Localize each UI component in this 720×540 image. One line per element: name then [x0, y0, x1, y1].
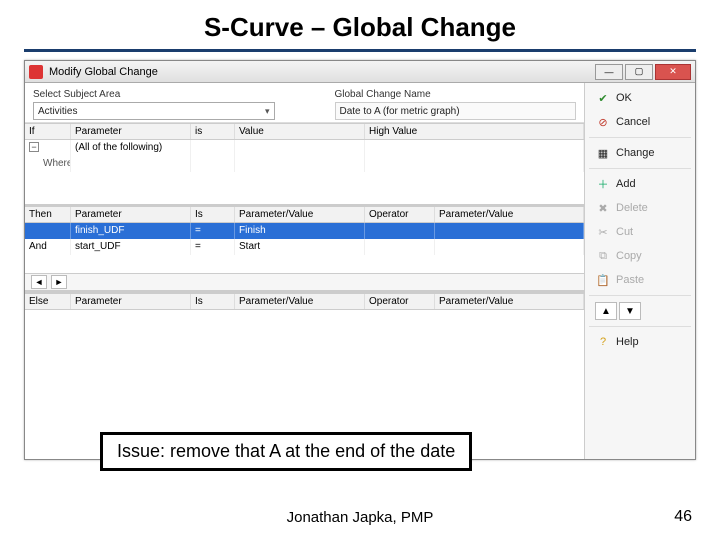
move-up-button[interactable]: ▲	[595, 302, 617, 320]
else-header-op: Operator	[365, 294, 435, 309]
maximize-button[interactable]: ▢	[625, 64, 653, 80]
if-header-label: If	[25, 124, 71, 139]
side-pane: ✔ OK ⊘ Cancel ▦ Change ＋ Add ✖	[585, 83, 695, 459]
slide-title: S-Curve – Global Change	[24, 12, 696, 43]
then-row-1[interactable]: finish_UDF = Finish	[25, 223, 584, 239]
help-icon: ?	[596, 335, 610, 349]
copy-label: Copy	[616, 250, 642, 262]
if-where-row[interactable]: Where	[25, 156, 584, 172]
check-icon: ✔	[596, 91, 610, 105]
help-label: Help	[616, 336, 639, 348]
else-header-parameter: Parameter	[71, 294, 191, 309]
then-row2-is: =	[191, 239, 235, 255]
close-button[interactable]: ✕	[655, 64, 691, 80]
global-change-name-field[interactable]: Date to A (for metric graph)	[335, 102, 577, 120]
move-right-button[interactable]: ►	[51, 275, 67, 289]
title-rule	[24, 49, 696, 52]
ok-label: OK	[616, 92, 632, 104]
change-label: Change	[616, 147, 655, 159]
cut-label: Cut	[616, 226, 633, 238]
global-change-name-label: Global Change Name	[335, 89, 577, 100]
minimize-button[interactable]: —	[595, 64, 623, 80]
then-row2-pv2	[435, 239, 584, 255]
paste-icon: 📋	[596, 273, 610, 287]
change-icon: ▦	[596, 146, 610, 160]
window-title: Modify Global Change	[49, 66, 158, 78]
then-header-op: Operator	[365, 207, 435, 222]
help-button[interactable]: ? Help	[589, 331, 691, 353]
footer-author: Jonathan Japka, PMP	[0, 509, 720, 526]
where-label: Where	[25, 156, 71, 172]
else-grid: Else Parameter Is Parameter/Value Operat…	[25, 293, 584, 370]
add-label: Add	[616, 178, 636, 190]
page-number: 46	[674, 508, 692, 526]
then-row1-param: finish_UDF	[71, 223, 191, 239]
and-label: And	[25, 239, 71, 255]
then-toolbar: ◄ ►	[25, 273, 584, 291]
then-grid: Then Parameter Is Parameter/Value Operat…	[25, 206, 584, 273]
copy-button[interactable]: ⧉ Copy	[589, 245, 691, 267]
else-header-is: Is	[191, 294, 235, 309]
else-header-label: Else	[25, 294, 71, 309]
if-header-parameter: Parameter	[71, 124, 191, 139]
then-row-2[interactable]: And start_UDF = Start	[25, 239, 584, 255]
plus-icon: ＋	[596, 177, 610, 191]
cancel-button[interactable]: ⊘ Cancel	[589, 111, 691, 133]
else-header-pv: Parameter/Value	[235, 294, 365, 309]
else-header-pv2: Parameter/Value	[435, 294, 584, 309]
then-row1-op	[365, 223, 435, 239]
cut-icon: ✂	[596, 225, 610, 239]
then-header-pv: Parameter/Value	[235, 207, 365, 222]
delete-icon: ✖	[596, 201, 610, 215]
then-row1-pv2	[435, 223, 584, 239]
then-row1-pv: Finish	[235, 223, 365, 239]
if-header-is: is	[191, 124, 235, 139]
ok-button[interactable]: ✔ OK	[589, 87, 691, 109]
collapse-icon[interactable]: −	[29, 142, 39, 152]
paste-label: Paste	[616, 274, 644, 286]
app-window: Modify Global Change — ▢ ✕ Select Subjec…	[24, 60, 696, 460]
paste-button[interactable]: 📋 Paste	[589, 269, 691, 291]
move-left-button[interactable]: ◄	[31, 275, 47, 289]
window-titlebar: Modify Global Change — ▢ ✕	[25, 61, 695, 83]
then-row2-op	[365, 239, 435, 255]
then-row1-is: =	[191, 223, 235, 239]
cancel-label: Cancel	[616, 116, 650, 128]
if-grid: If Parameter is Value High Value − (All …	[25, 123, 584, 204]
reorder-group: ▲ ▼	[589, 300, 691, 322]
subject-area-combo[interactable]: Activities	[33, 102, 275, 120]
global-change-name-value: Date to A (for metric graph)	[340, 106, 460, 117]
then-row2-param: start_UDF	[71, 239, 191, 255]
if-summary-row[interactable]: − (All of the following)	[25, 140, 584, 156]
subject-area-label: Select Subject Area	[33, 89, 275, 100]
copy-icon: ⧉	[596, 249, 610, 263]
then-header-label: Then	[25, 207, 71, 222]
if-header-highvalue: High Value	[365, 124, 584, 139]
main-pane: Select Subject Area Activities Global Ch…	[25, 83, 585, 459]
then-header-parameter: Parameter	[71, 207, 191, 222]
cut-button[interactable]: ✂ Cut	[589, 221, 691, 243]
add-button[interactable]: ＋ Add	[589, 173, 691, 195]
move-down-button[interactable]: ▼	[619, 302, 641, 320]
delete-label: Delete	[616, 202, 648, 214]
subject-area-value: Activities	[38, 106, 77, 117]
delete-button[interactable]: ✖ Delete	[589, 197, 691, 219]
then-header-pv2: Parameter/Value	[435, 207, 584, 222]
then-row2-pv: Start	[235, 239, 365, 255]
issue-callout: Issue: remove that A at the end of the d…	[100, 432, 472, 471]
then-header-is: Is	[191, 207, 235, 222]
cancel-icon: ⊘	[596, 115, 610, 129]
if-summary-text: (All of the following)	[71, 140, 191, 156]
change-button[interactable]: ▦ Change	[589, 142, 691, 164]
app-icon	[29, 65, 43, 79]
if-header-value: Value	[235, 124, 365, 139]
